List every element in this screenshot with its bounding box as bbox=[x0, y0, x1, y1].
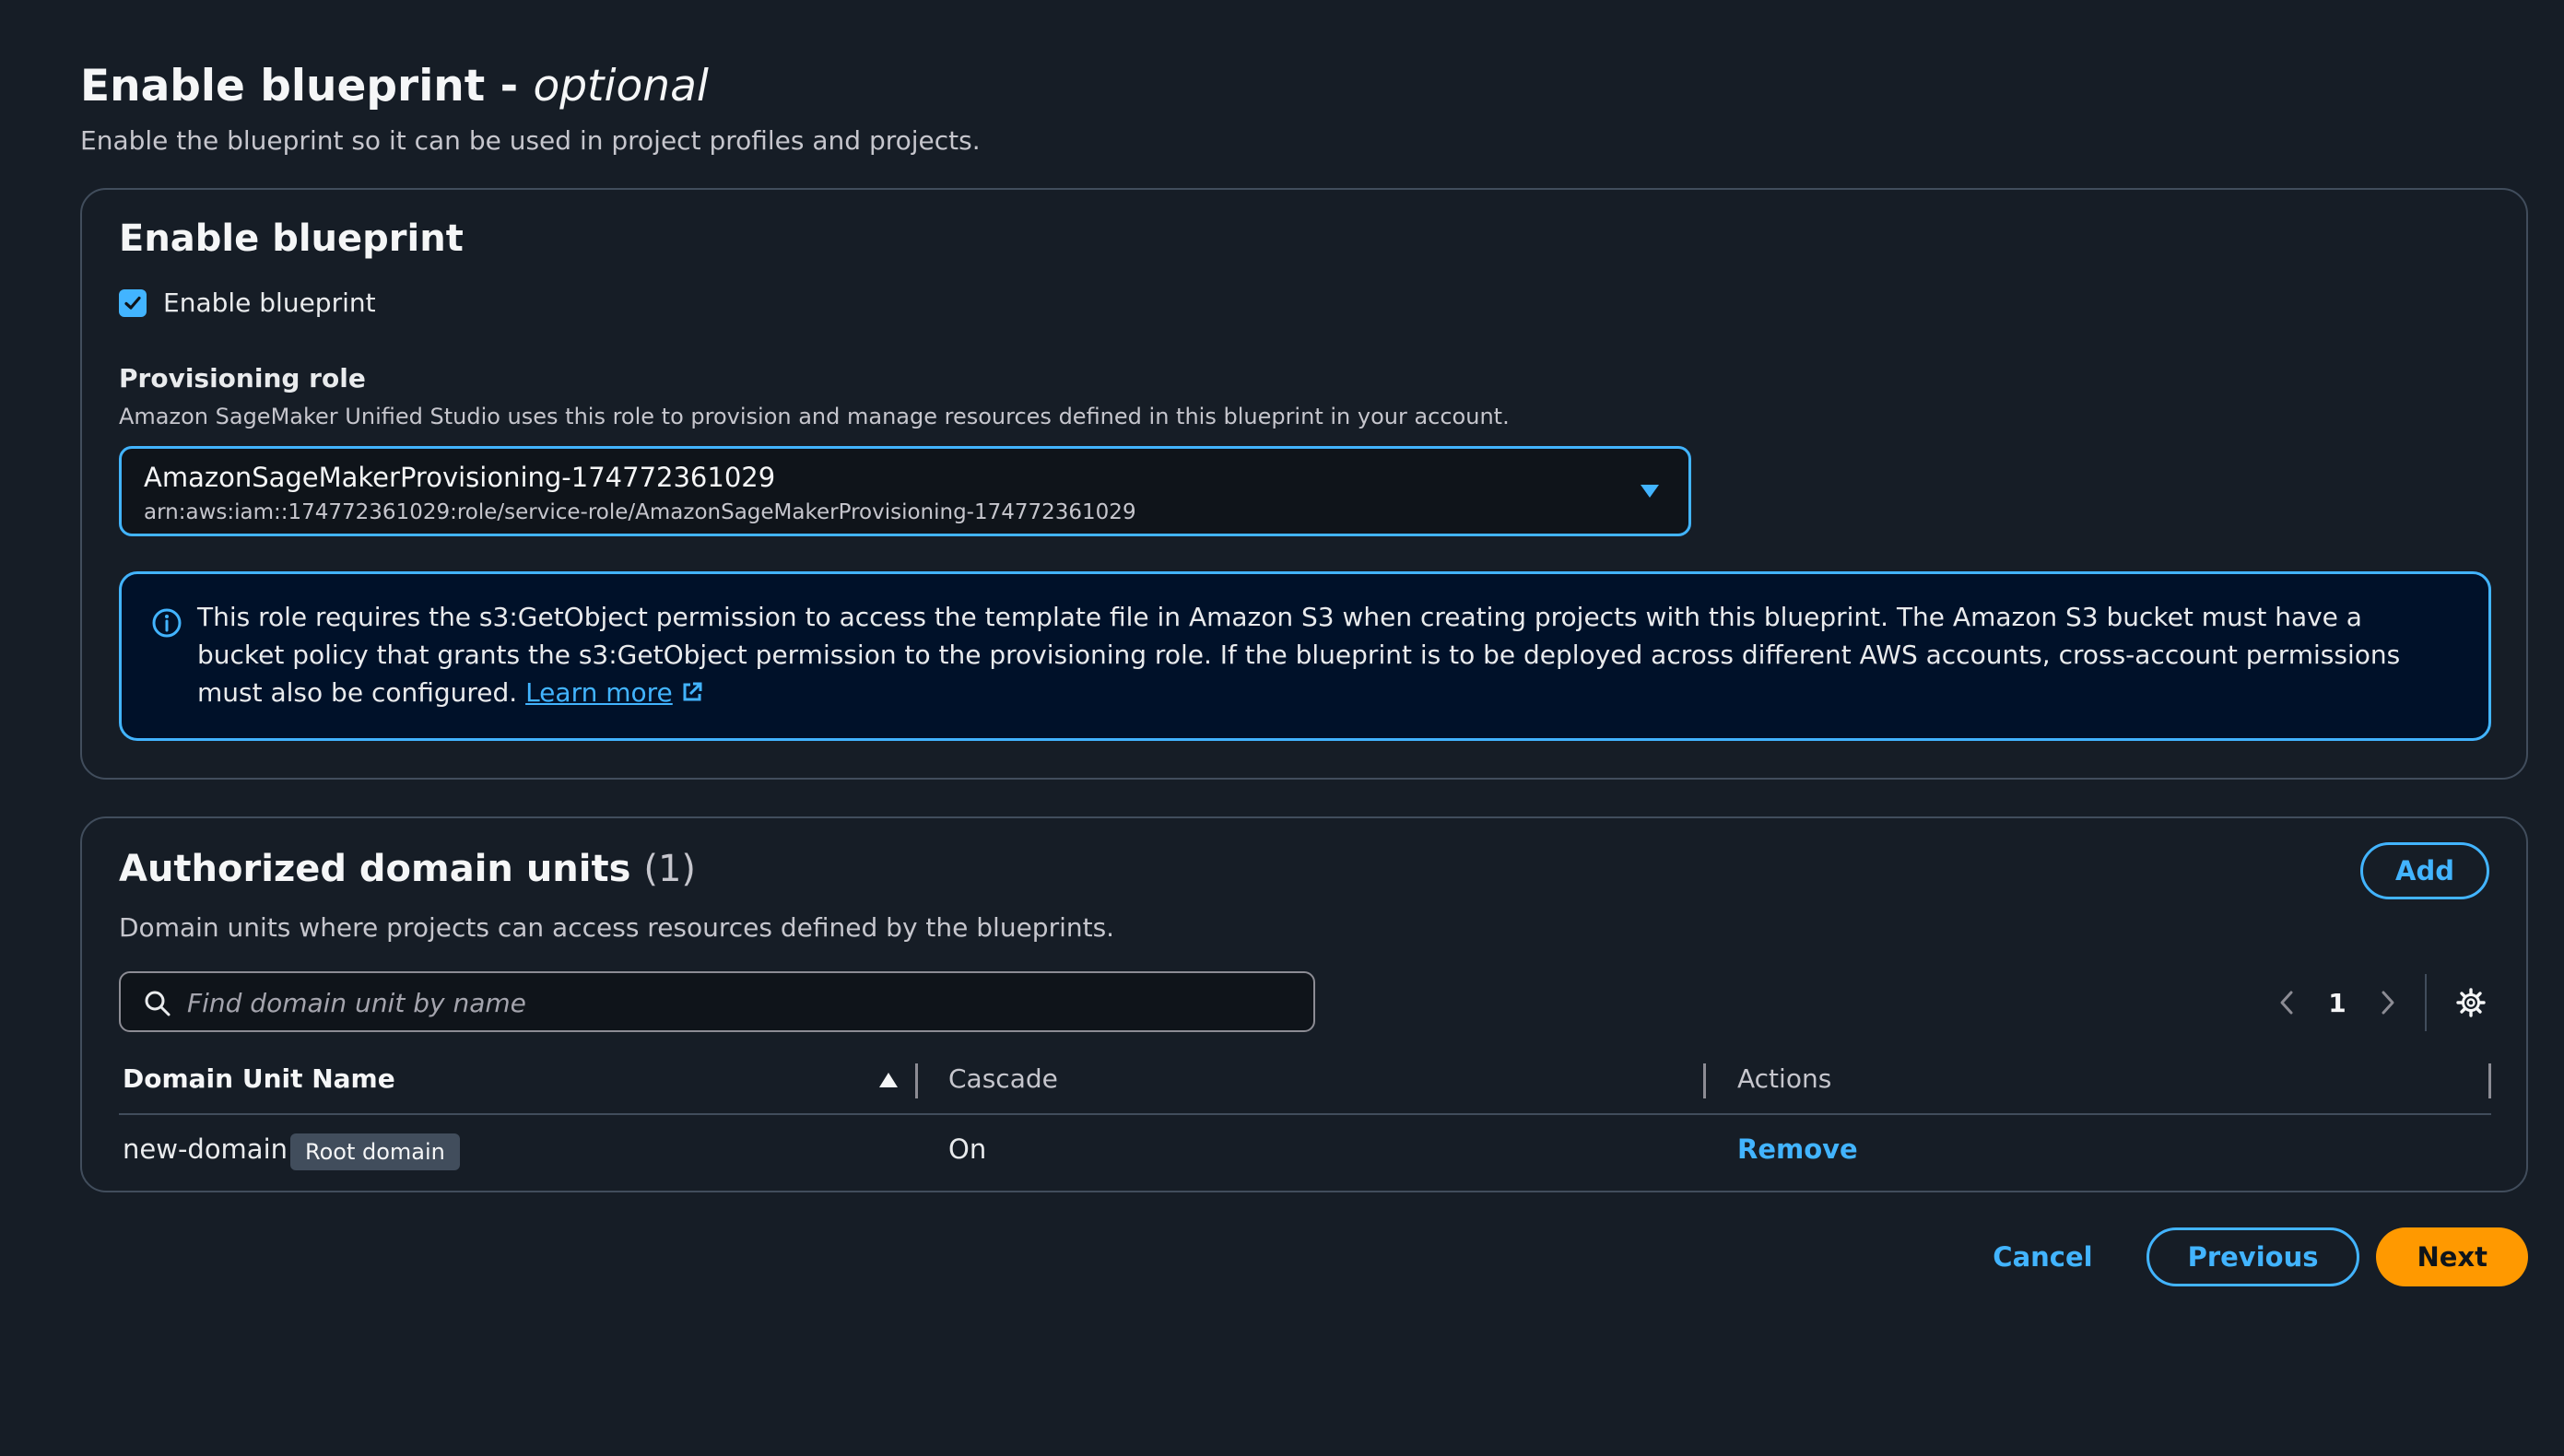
table-row: new-domain Root domain On Remove bbox=[119, 1115, 2491, 1189]
previous-button[interactable]: Previous bbox=[2146, 1227, 2360, 1286]
cascade-value: On bbox=[948, 1133, 987, 1165]
page: Enable blueprint - optional Enable the b… bbox=[0, 0, 2564, 1456]
column-divider bbox=[2488, 1063, 2491, 1098]
column-header-domain-unit-name[interactable]: Domain Unit Name bbox=[123, 1063, 395, 1094]
root-domain-badge: Root domain bbox=[290, 1133, 460, 1170]
enable-blueprint-card-title: Enable blueprint bbox=[119, 217, 464, 260]
domain-unit-search[interactable] bbox=[119, 971, 1315, 1032]
previous-page-button[interactable] bbox=[2264, 980, 2309, 1025]
enable-blueprint-checkbox[interactable] bbox=[119, 288, 147, 317]
column-divider[interactable] bbox=[1703, 1063, 1706, 1098]
provisioning-role-description: Amazon SageMaker Unified Studio uses thi… bbox=[119, 404, 1510, 429]
page-number[interactable]: 1 bbox=[2309, 988, 2366, 1018]
page-title-separator: - bbox=[485, 61, 534, 112]
info-icon bbox=[152, 608, 182, 638]
chevron-left-icon bbox=[2280, 991, 2293, 1015]
page-header: Enable blueprint - optional Enable the b… bbox=[80, 57, 981, 156]
authorized-domain-units-description: Domain units where projects can access r… bbox=[119, 912, 1115, 943]
domain-units-table: Domain Unit Name Cascade Actions new-dom… bbox=[119, 1052, 2491, 1189]
info-alert-text: This role requires the s3:GetObject perm… bbox=[197, 598, 2446, 711]
checkmark-icon bbox=[124, 296, 141, 310]
next-page-button[interactable] bbox=[2366, 980, 2410, 1025]
pagination-divider bbox=[2425, 974, 2427, 1031]
column-divider[interactable] bbox=[915, 1063, 918, 1098]
authorized-domain-units-title: Authorized domain units (1) bbox=[119, 848, 696, 890]
page-title-text: Enable blueprint bbox=[80, 61, 486, 112]
search-icon bbox=[145, 991, 171, 1016]
authorized-domain-units-card: Authorized domain units (1) Add Domain u… bbox=[80, 816, 2528, 1192]
add-domain-unit-button[interactable]: Add bbox=[2360, 842, 2489, 899]
provisioning-role-name: AmazonSageMakerProvisioning-174772361029 bbox=[144, 462, 776, 493]
gear-icon bbox=[2456, 988, 2486, 1017]
learn-more-link[interactable]: Learn more bbox=[525, 677, 704, 708]
domain-unit-search-input[interactable] bbox=[185, 973, 1295, 1032]
chevron-right-icon bbox=[2382, 991, 2394, 1015]
column-header-cascade[interactable]: Cascade bbox=[948, 1063, 1058, 1094]
authorized-domain-units-title-text: Authorized domain units bbox=[119, 848, 631, 890]
domain-unit-name: new-domain bbox=[123, 1133, 288, 1165]
provisioning-role-select[interactable]: AmazonSageMakerProvisioning-174772361029… bbox=[119, 446, 1691, 536]
provisioning-role-label: Provisioning role bbox=[119, 363, 366, 393]
authorized-domain-units-count: (1) bbox=[643, 848, 697, 890]
wizard-footer: Cancel Previous Next bbox=[1993, 1227, 2528, 1286]
table-preferences-button[interactable] bbox=[2449, 980, 2493, 1025]
pagination: 1 bbox=[2264, 973, 2493, 1032]
provisioning-role-arn: arn:aws:iam::174772361029:role/service-r… bbox=[144, 500, 1136, 524]
sort-ascending-icon[interactable] bbox=[878, 1071, 899, 1089]
remove-link[interactable]: Remove bbox=[1737, 1133, 1858, 1165]
table-header: Domain Unit Name Cascade Actions bbox=[119, 1052, 2491, 1115]
page-title: Enable blueprint - optional bbox=[80, 57, 981, 116]
caret-down-icon bbox=[1641, 485, 1659, 498]
external-link-icon bbox=[683, 682, 702, 701]
column-header-actions: Actions bbox=[1737, 1063, 1832, 1094]
enable-blueprint-card: Enable blueprint Enable blueprint Provis… bbox=[80, 188, 2528, 780]
page-description: Enable the blueprint so it can be used i… bbox=[80, 125, 981, 156]
page-title-optional: optional bbox=[533, 61, 709, 112]
enable-blueprint-checkbox-label: Enable blueprint bbox=[163, 288, 376, 318]
cancel-button[interactable]: Cancel bbox=[1993, 1241, 2092, 1273]
next-button[interactable]: Next bbox=[2376, 1227, 2528, 1286]
info-alert: This role requires the s3:GetObject perm… bbox=[119, 571, 2491, 741]
enable-blueprint-checkbox-row[interactable]: Enable blueprint bbox=[119, 288, 376, 318]
learn-more-link-text: Learn more bbox=[525, 677, 673, 708]
